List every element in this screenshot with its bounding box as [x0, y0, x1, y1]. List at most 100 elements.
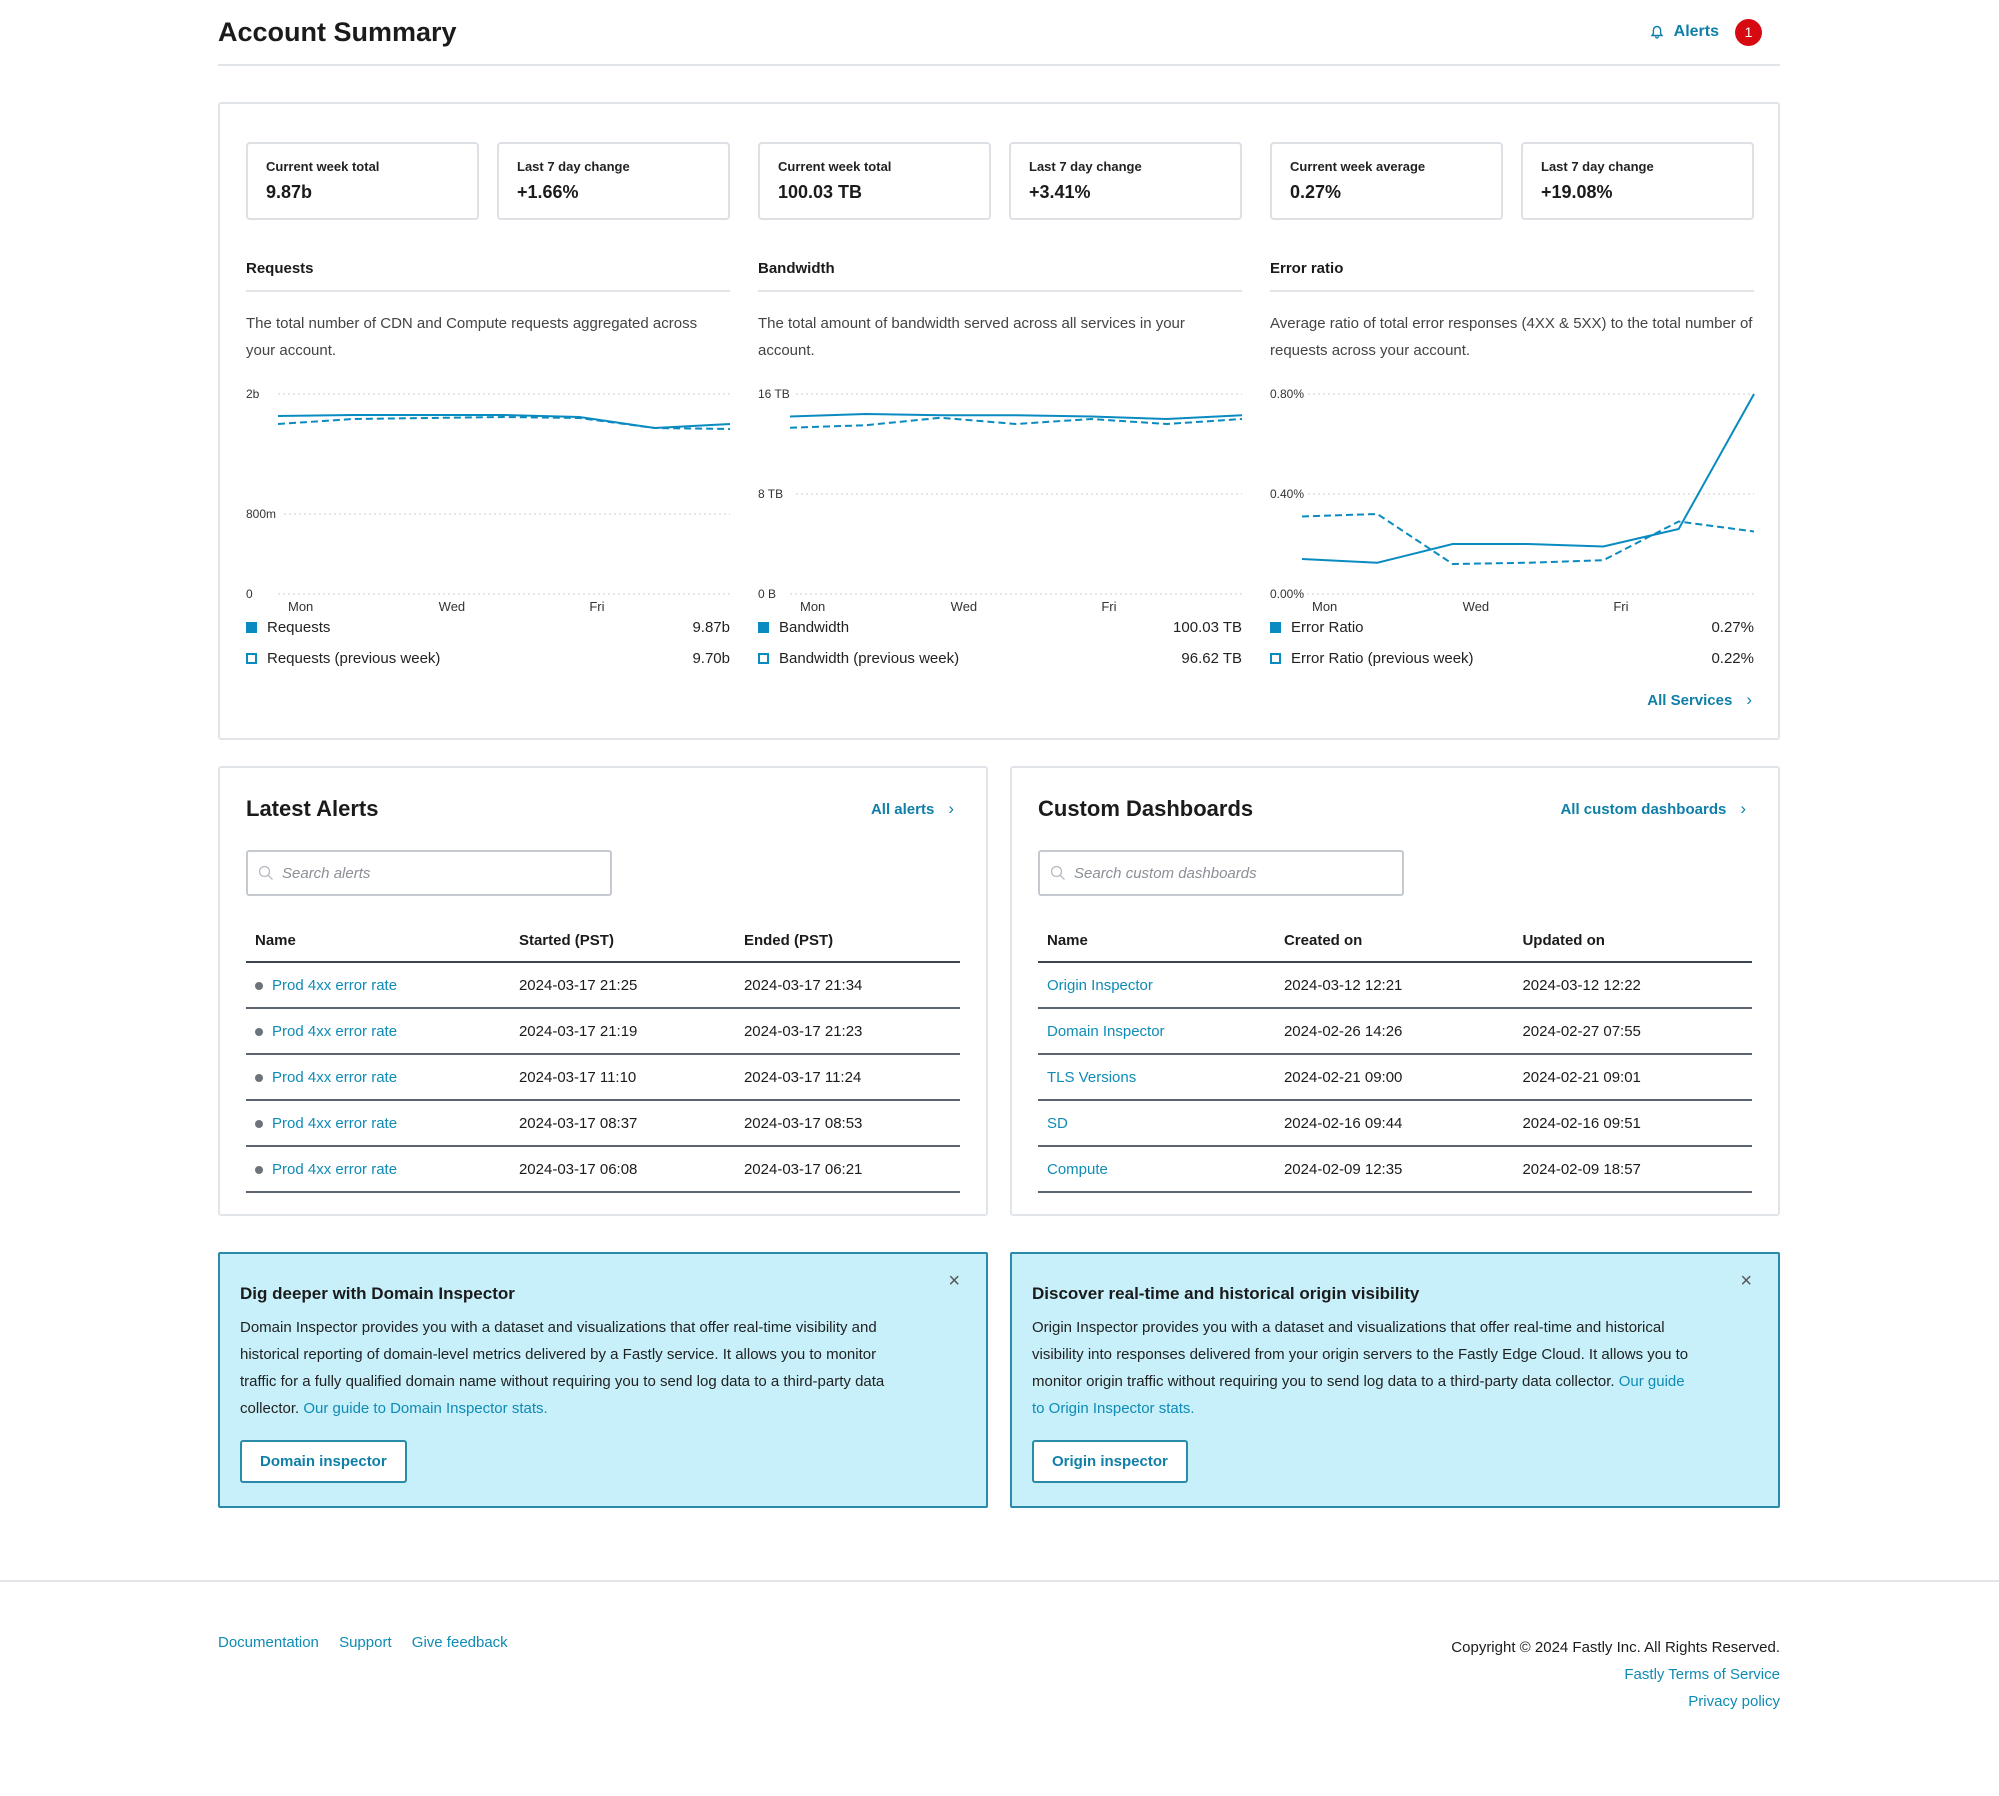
- legend-item: Bandwidth 100.03 TB: [758, 612, 1242, 643]
- stat-value: +1.66%: [517, 182, 579, 202]
- name-cell: Domain Inspector: [1038, 1008, 1275, 1055]
- name-cell: Prod 4xx error rate: [246, 1146, 510, 1193]
- stat-label: Current week average: [1290, 159, 1426, 174]
- dashed-swatch-icon: [246, 653, 257, 664]
- row-link[interactable]: SD: [1047, 1115, 1068, 1132]
- alerts-table: Name Started (PST) Ended (PST) Prod 4xx …: [246, 922, 960, 1193]
- close-icon[interactable]: ×: [948, 1270, 960, 1293]
- row-link[interactable]: Prod 4xx error rate: [272, 1161, 397, 1178]
- legend-label: Requests: [267, 619, 331, 636]
- table-row: Prod 4xx error rate 2024-03-17 08:37 2024-…: [246, 1100, 960, 1147]
- alerts-count-badge: 1: [1735, 18, 1762, 46]
- domain-inspector-guide-link[interactable]: Our guide to Domain Inspector stats.: [303, 1400, 547, 1417]
- close-icon[interactable]: ×: [1740, 1270, 1752, 1293]
- x-tick-label: Fri: [1613, 599, 1628, 614]
- all-alerts-link[interactable]: All alerts ›: [871, 799, 960, 819]
- promo-title: Discover real-time and historical origin…: [1032, 1284, 1420, 1303]
- stat-label: Last 7 day change: [1029, 159, 1142, 174]
- legend-value: 9.87b: [692, 619, 730, 636]
- stat-card: Last 7 day change +19.08%: [1521, 142, 1754, 220]
- summary-column-requests: Current week total 9.87b Last 7 day chan…: [246, 142, 731, 674]
- search-icon: [1050, 865, 1065, 880]
- row-link[interactable]: TLS Versions: [1047, 1069, 1136, 1086]
- all-custom-dashboards-link[interactable]: All custom dashboards ›: [1560, 799, 1752, 819]
- stat-card: Current week total 100.03 TB: [758, 142, 991, 220]
- stat-value: 100.03 TB: [778, 182, 863, 202]
- promo-text: Origin Inspector provides you with a dat…: [1032, 1319, 1689, 1390]
- previous-week-series-line: [1301, 512, 1755, 566]
- row-link[interactable]: Origin Inspector: [1047, 977, 1153, 994]
- terms-of-service-link[interactable]: Fastly Terms of Service: [1451, 1661, 1780, 1688]
- column-header[interactable]: Name: [1038, 922, 1275, 963]
- date-cell: 2024-03-17 11:10: [509, 1054, 735, 1101]
- y-tick-label: 8 TB: [758, 487, 783, 501]
- date-cell: 2024-02-16 09:44: [1274, 1100, 1514, 1147]
- all-services-link[interactable]: All Services ›: [1647, 690, 1752, 710]
- legend-item: Bandwidth (previous week) 96.62 TB: [758, 643, 1242, 674]
- status-dot-icon: [255, 1119, 263, 1128]
- row-link[interactable]: Prod 4xx error rate: [272, 977, 397, 994]
- x-tick-label: Mon: [288, 599, 313, 614]
- chart-legend: Requests 9.87b Requests (previous week) …: [246, 612, 730, 674]
- dashboards-table: Name Created on Updated on Origin Inspec…: [1038, 922, 1752, 1193]
- alerts-link[interactable]: Alerts 1: [1650, 18, 1780, 46]
- table-row: Prod 4xx error rate 2024-03-17 21:25 2024-…: [246, 962, 960, 1009]
- table-row: Compute 2024-02-09 12:35 2024-02-09 18:57: [1038, 1146, 1752, 1193]
- y-tick-label: 0 B: [758, 587, 776, 601]
- y-tick-label: 800m: [246, 507, 276, 521]
- panel-title: Custom Dashboards: [1038, 796, 1254, 821]
- documentation-link[interactable]: Documentation: [218, 1634, 319, 1651]
- column-header[interactable]: Created on: [1274, 922, 1514, 963]
- page-title: Account Summary: [218, 16, 457, 47]
- domain-inspector-button[interactable]: Domain inspector: [240, 1440, 407, 1483]
- legend-label: Bandwidth: [779, 619, 850, 636]
- date-cell: 2024-03-17 11:24: [734, 1054, 960, 1101]
- section-description: Average ratio of total error responses (…: [1270, 315, 1753, 359]
- search-dashboards-field: [1038, 850, 1404, 896]
- privacy-policy-link[interactable]: Privacy policy: [1451, 1688, 1780, 1715]
- chart-legend: Bandwidth 100.03 TB Bandwidth (previous …: [758, 612, 1242, 674]
- line-chart: 0 B 8 TB 16 TB Mon Wed Fri: [758, 387, 1243, 614]
- name-cell: Compute: [1038, 1146, 1275, 1193]
- stat-card: Current week average 0.27%: [1270, 142, 1503, 220]
- row-link[interactable]: Prod 4xx error rate: [272, 1069, 397, 1086]
- summary-card: Current week total 9.87b Last 7 day chan…: [218, 102, 1780, 740]
- date-cell: 2024-02-21 09:01: [1513, 1054, 1752, 1101]
- search-alerts-input[interactable]: [280, 863, 610, 883]
- legend-label: Requests (previous week): [267, 650, 441, 667]
- legend-item: Error Ratio 0.27%: [1270, 612, 1754, 643]
- solid-swatch-icon: [1270, 622, 1281, 633]
- y-tick-label: 0.00%: [1270, 587, 1304, 601]
- table-row: Prod 4xx error rate 2024-03-17 11:10 2024-…: [246, 1054, 960, 1101]
- search-dashboards-input[interactable]: [1072, 863, 1402, 883]
- date-cell: 2024-02-27 07:55: [1513, 1008, 1752, 1055]
- name-cell: Prod 4xx error rate: [246, 1054, 510, 1101]
- legend-value: 96.62 TB: [1181, 650, 1242, 667]
- date-cell: 2024-03-12 12:22: [1513, 962, 1752, 1009]
- row-link[interactable]: Prod 4xx error rate: [272, 1115, 397, 1132]
- bell-icon: [1650, 25, 1663, 39]
- legend-item: Requests 9.87b: [246, 612, 730, 643]
- stat-label: Last 7 day change: [517, 159, 630, 174]
- column-header[interactable]: Updated on: [1513, 922, 1752, 963]
- search-alerts-field: [246, 850, 612, 896]
- stat-label: Current week total: [266, 159, 380, 174]
- error-ratio-chart: 0.00% 0.40% 0.80% Mon Wed Fri: [1270, 376, 1755, 614]
- support-link[interactable]: Support: [339, 1634, 392, 1651]
- column-header[interactable]: Ended (PST): [734, 922, 960, 963]
- give-feedback-link[interactable]: Give feedback: [412, 1634, 508, 1651]
- previous-week-series-line: [277, 415, 731, 430]
- origin-inspector-button[interactable]: Origin inspector: [1032, 1440, 1188, 1483]
- promo-body: Origin Inspector provides you with a dat…: [1032, 1314, 1692, 1422]
- table-row: Domain Inspector 2024-02-26 14:26 2024-02-…: [1038, 1008, 1752, 1055]
- row-link[interactable]: Domain Inspector: [1047, 1023, 1165, 1040]
- column-header[interactable]: Started (PST): [509, 922, 735, 963]
- date-cell: 2024-03-17 21:19: [509, 1008, 735, 1055]
- row-link[interactable]: Compute: [1047, 1161, 1108, 1178]
- all-custom-dashboards-label: All custom dashboards: [1560, 800, 1727, 818]
- promo-title: Dig deeper with Domain Inspector: [240, 1284, 515, 1303]
- column-header[interactable]: Name: [246, 922, 510, 963]
- row-link[interactable]: Prod 4xx error rate: [272, 1023, 397, 1040]
- date-cell: 2024-02-26 14:26: [1274, 1008, 1514, 1055]
- chevron-right-icon: ›: [1740, 799, 1746, 818]
